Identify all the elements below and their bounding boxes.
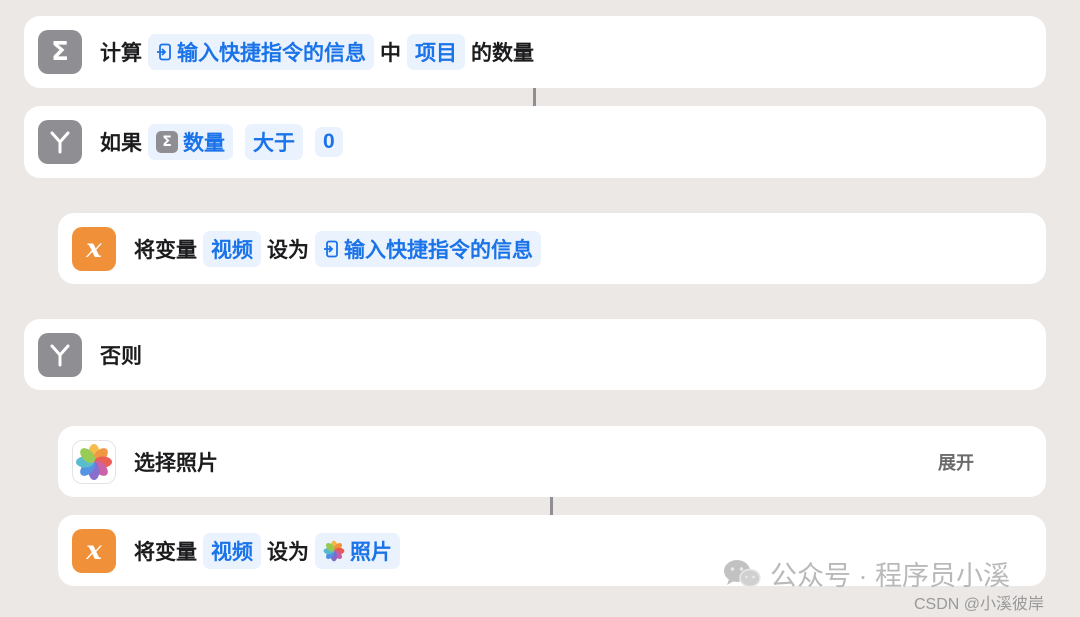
wechat-watermark-text: 公众号 · 程序员小溪 [770, 561, 1010, 591]
branch-icon [38, 120, 82, 164]
shortcut-input-token[interactable]: 输入快捷指令的信息 [315, 230, 541, 267]
shortcut-input-icon [157, 43, 171, 61]
count-action-card[interactable]: Σ 计算 输入快捷指令的信息 中 项目 的数量 [24, 16, 1046, 88]
if-action-card[interactable]: 如果 Σ 数量 大于 0 [24, 106, 1046, 178]
sigma-icon: Σ [38, 30, 82, 74]
photos-app-icon [72, 439, 116, 484]
count-variable-label: 数量 [183, 132, 225, 155]
shortcut-input-token-label: 输入快捷指令的信息 [344, 238, 533, 262]
otherwise-label: 否则 [100, 344, 142, 368]
otherwise-card[interactable]: 否则 [24, 319, 1046, 390]
if-label: 如果 [100, 132, 142, 155]
sigma-icon: Σ [156, 131, 178, 153]
photos-token[interactable]: 照片 [315, 532, 400, 569]
csdn-watermark: CSDN @小溪彼岸 [914, 596, 1045, 613]
operator-token[interactable]: 大于 [245, 124, 303, 160]
photos-app-icon [323, 540, 345, 561]
variable-name-token[interactable]: 视频 [203, 532, 261, 569]
wechat-watermark: 公众号 · 程序员小溪 [722, 554, 1010, 593]
select-photos-label: 选择照片 [134, 451, 218, 475]
compare-value-token[interactable]: 0 [315, 127, 343, 157]
flow-connector [550, 497, 553, 515]
set-variable-label: 将变量 [134, 238, 197, 262]
shortcut-input-token-label: 输入快捷指令的信息 [177, 42, 366, 65]
flow-connector [533, 88, 536, 106]
items-token[interactable]: 项目 [407, 34, 465, 70]
branch-icon [38, 332, 82, 377]
set-to-label: 设为 [267, 540, 309, 564]
shortcut-input-token[interactable]: 输入快捷指令的信息 [148, 34, 374, 70]
expand-button[interactable]: 展开 [938, 449, 974, 475]
photos-token-label: 照片 [350, 540, 392, 564]
shortcut-input-icon [324, 240, 338, 257]
set-variable-label: 将变量 [134, 540, 197, 564]
select-photos-card[interactable]: 选择照片 展开 [58, 426, 1046, 497]
set-variable-card-1[interactable]: x 将变量 视频 设为 输入快捷指令的信息 [58, 213, 1046, 284]
set-to-label: 设为 [267, 238, 309, 262]
wechat-icon [724, 559, 761, 587]
variable-x-icon: x [72, 226, 116, 271]
count-mid: 中 [380, 42, 401, 65]
variable-x-icon: x [72, 528, 116, 573]
count-suffix: 的数量 [471, 42, 534, 65]
variable-name-token[interactable]: 视频 [203, 230, 261, 267]
count-variable-token[interactable]: Σ 数量 [148, 124, 233, 160]
count-prefix: 计算 [100, 42, 142, 65]
